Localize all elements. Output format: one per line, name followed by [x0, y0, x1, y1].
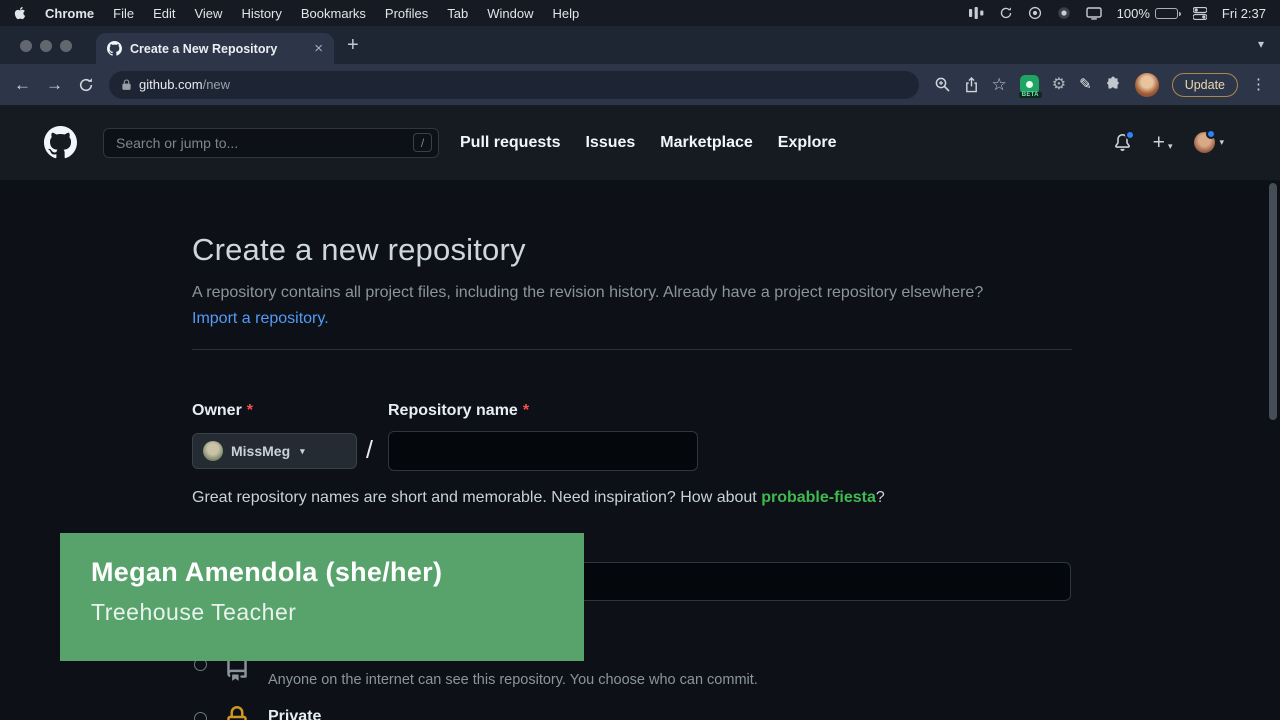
nav-pull-requests[interactable]: Pull requests — [460, 134, 560, 152]
user-menu-button[interactable]: ▾ — [1194, 132, 1224, 153]
page-title: Create a new repository — [192, 232, 1072, 268]
intro-text: A repository contains all project files,… — [192, 280, 1016, 332]
owner-avatar — [203, 441, 223, 461]
menubar-clock[interactable]: Fri 2:37 — [1222, 6, 1266, 21]
url-host: github.com — [139, 77, 203, 92]
repository-name-input[interactable] — [388, 431, 698, 471]
avatar-notification-dot — [1206, 129, 1216, 139]
create-new-button[interactable]: + ▾ — [1153, 131, 1173, 155]
page-scrollbar-thumb[interactable] — [1269, 183, 1277, 420]
menubar-item-window[interactable]: Window — [487, 6, 533, 21]
menubar-item-file[interactable]: File — [113, 6, 134, 21]
github-search-box[interactable]: / — [103, 128, 439, 158]
repo-name-hint: Great repository names are short and mem… — [192, 489, 885, 507]
menubar-item-history[interactable]: History — [241, 6, 281, 21]
battery-percent: 100% — [1117, 6, 1150, 21]
repository-name-label: Repository name* — [388, 402, 529, 420]
search-shortcut-hint: / — [413, 133, 432, 152]
search-input[interactable] — [116, 135, 413, 151]
browser-tab-strip: Create a New Repository × + ▾ — [0, 26, 1280, 64]
bookmark-star-icon[interactable]: ☆ — [992, 76, 1007, 93]
control-center-icon[interactable] — [1193, 7, 1207, 20]
update-button[interactable]: Update — [1172, 73, 1238, 97]
apple-logo-icon[interactable] — [14, 6, 26, 20]
sync-status-icon[interactable] — [999, 6, 1013, 20]
window-close-button[interactable] — [20, 40, 32, 52]
reload-button[interactable] — [78, 77, 94, 93]
menubar-item-edit[interactable]: Edit — [153, 6, 175, 21]
tab-title: Create a New Repository — [130, 42, 306, 56]
caret-down-icon: ▾ — [300, 446, 305, 457]
window-controls — [20, 40, 72, 52]
github-logo-icon[interactable] — [44, 126, 77, 159]
owner-name: MissMeg — [231, 443, 290, 459]
menubar-item-view[interactable]: View — [194, 6, 222, 21]
status-dot-icon[interactable] — [1057, 6, 1071, 20]
share-icon[interactable] — [964, 76, 979, 93]
window-minimize-button[interactable] — [40, 40, 52, 52]
github-nav: Pull requests Issues Marketplace Explore — [460, 134, 836, 152]
caret-down-icon: ▾ — [1219, 137, 1224, 148]
window-zoom-button[interactable] — [60, 40, 72, 52]
extension-gear-icon[interactable]: ⚙ — [1052, 77, 1066, 93]
back-button[interactable]: ← — [14, 76, 31, 93]
menubar-item-bookmarks[interactable]: Bookmarks — [301, 6, 366, 21]
presenter-role: Treehouse Teacher — [91, 599, 584, 626]
required-asterisk: * — [247, 402, 253, 419]
presenter-name: Megan Amendola (she/her) — [91, 557, 584, 588]
private-lock-icon — [224, 706, 250, 720]
presenter-lower-third-overlay: Megan Amendola (she/her) Treehouse Teach… — [60, 533, 584, 661]
url-path: /new — [203, 77, 230, 92]
required-asterisk: * — [523, 402, 529, 419]
beta-badge: BETA — [1019, 92, 1042, 98]
caret-down-icon: ▾ — [1168, 141, 1173, 152]
github-header: / Pull requests Issues Marketplace Explo… — [0, 105, 1280, 180]
window-manager-icon[interactable] — [969, 7, 984, 19]
import-repository-link[interactable]: Import a repository. — [192, 310, 329, 327]
nav-explore[interactable]: Explore — [778, 134, 837, 152]
owner-label: Owner* — [192, 402, 253, 420]
new-tab-button[interactable]: + — [347, 35, 359, 55]
notifications-button[interactable] — [1114, 134, 1131, 151]
extensions-puzzle-icon[interactable] — [1105, 76, 1122, 93]
browser-menu-icon[interactable]: ⋮ — [1251, 77, 1266, 92]
tab-search-chevron-icon[interactable]: ▾ — [1258, 38, 1264, 50]
address-bar[interactable]: github.com/new — [109, 71, 919, 99]
nav-issues[interactable]: Issues — [585, 134, 635, 152]
extension-pencil-icon[interactable]: ✎ — [1079, 77, 1092, 92]
nav-marketplace[interactable]: Marketplace — [660, 134, 753, 152]
battery-icon — [1155, 8, 1178, 19]
menubar-item-help[interactable]: Help — [553, 6, 580, 21]
owner-repo-separator: / — [366, 436, 373, 465]
private-option-label[interactable]: Private — [268, 708, 321, 720]
battery-indicator[interactable]: 100% — [1117, 6, 1178, 21]
menubar-item-tab[interactable]: Tab — [447, 6, 468, 21]
private-radio[interactable] — [194, 712, 207, 720]
display-icon[interactable] — [1086, 7, 1102, 20]
menubar-item-profiles[interactable]: Profiles — [385, 6, 428, 21]
zoom-icon[interactable] — [934, 76, 951, 93]
menubar-app-name[interactable]: Chrome — [45, 6, 94, 21]
status-circle-icon[interactable] — [1028, 6, 1042, 20]
tab-close-icon[interactable]: × — [314, 41, 323, 56]
macos-menubar: Chrome File Edit View History Bookmarks … — [0, 0, 1280, 26]
browser-profile-avatar[interactable] — [1135, 73, 1159, 97]
github-favicon — [107, 41, 122, 56]
extension-beta-icon[interactable]: BETA — [1020, 75, 1039, 94]
notification-dot — [1125, 130, 1135, 140]
owner-select-button[interactable]: MissMeg ▾ — [192, 433, 357, 469]
padlock-icon[interactable] — [121, 79, 132, 91]
suggested-repo-name: probable-fiesta — [761, 489, 876, 506]
browser-tab[interactable]: Create a New Repository × — [96, 33, 334, 64]
forward-button[interactable]: → — [46, 76, 63, 93]
public-option-description: Anyone on the internet can see this repo… — [268, 672, 758, 688]
browser-toolbar: ← → github.com/new ☆ BETA ⚙ ✎ Update — [0, 64, 1280, 105]
